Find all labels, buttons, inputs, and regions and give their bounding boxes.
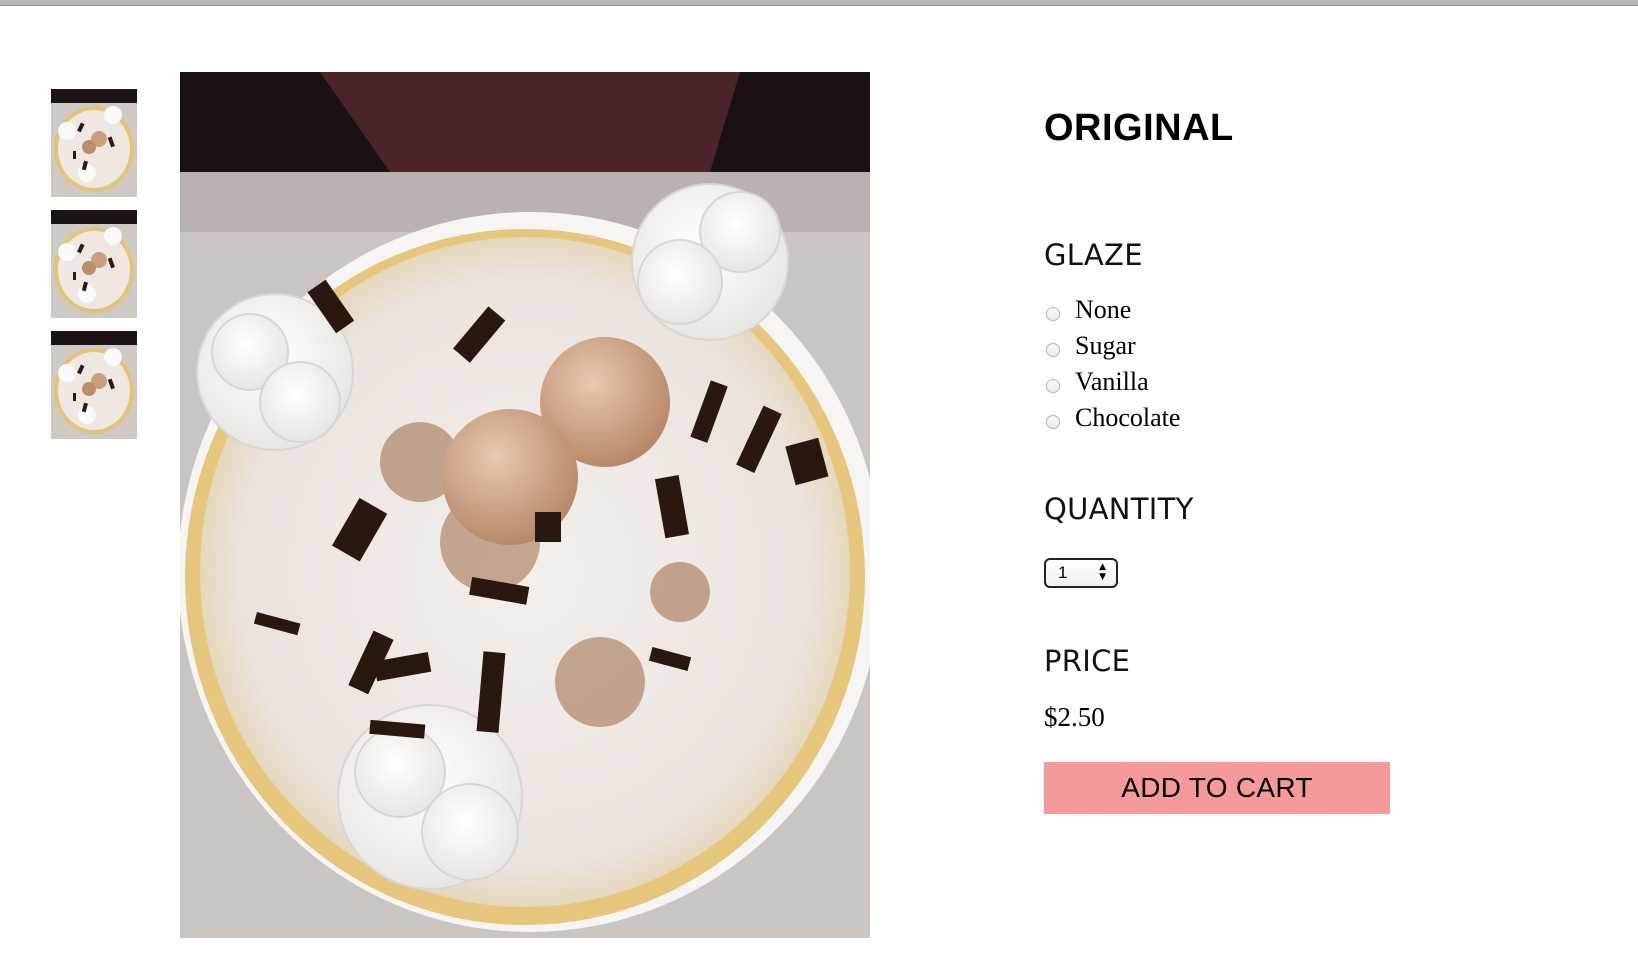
thumbnail-strip [51, 89, 137, 452]
product-title: ORIGINAL [1044, 107, 1234, 149]
quantity-heading: QUANTITY [1044, 492, 1194, 526]
price-heading: PRICE [1044, 644, 1131, 678]
crepe-thumbnail-image [51, 210, 137, 318]
glaze-option-vanilla[interactable]: Vanilla [1044, 364, 1504, 400]
glaze-option-none[interactable]: None [1044, 292, 1504, 328]
glaze-option-label: Chocolate [1075, 403, 1181, 432]
glaze-radio-none[interactable] [1046, 307, 1060, 321]
add-to-cart-button[interactable]: ADD TO CART [1044, 762, 1390, 814]
glaze-option-label: None [1075, 295, 1132, 324]
glaze-option-label: Sugar [1075, 331, 1136, 360]
glaze-radio-vanilla[interactable] [1046, 379, 1060, 393]
quantity-select[interactable]: 1 ▲ ▼ [1044, 558, 1118, 588]
crepe-photo-image [180, 72, 870, 938]
glaze-options: None Sugar Vanilla Chocolate [1044, 292, 1504, 436]
glaze-heading: GLAZE [1044, 238, 1143, 272]
browser-top-border [0, 0, 1638, 6]
quantity-value: 1 [1058, 563, 1068, 582]
crepe-thumbnail-image [51, 89, 137, 197]
glaze-radio-chocolate[interactable] [1046, 415, 1060, 429]
glaze-option-label: Vanilla [1075, 367, 1149, 396]
price-value: $2.50 [1044, 702, 1105, 732]
product-details: ORIGINAL GLAZE None Sugar Vanilla Chocol… [1044, 100, 1504, 814]
thumbnail-2[interactable] [51, 210, 137, 318]
main-product-image [180, 72, 870, 938]
glaze-option-chocolate[interactable]: Chocolate [1044, 400, 1504, 436]
select-arrows-icon: ▲ ▼ [1099, 562, 1106, 582]
thumbnail-1[interactable] [51, 89, 137, 197]
thumbnail-3[interactable] [51, 331, 137, 439]
glaze-option-sugar[interactable]: Sugar [1044, 328, 1504, 364]
crepe-thumbnail-image [51, 331, 137, 439]
glaze-radio-sugar[interactable] [1046, 343, 1060, 357]
